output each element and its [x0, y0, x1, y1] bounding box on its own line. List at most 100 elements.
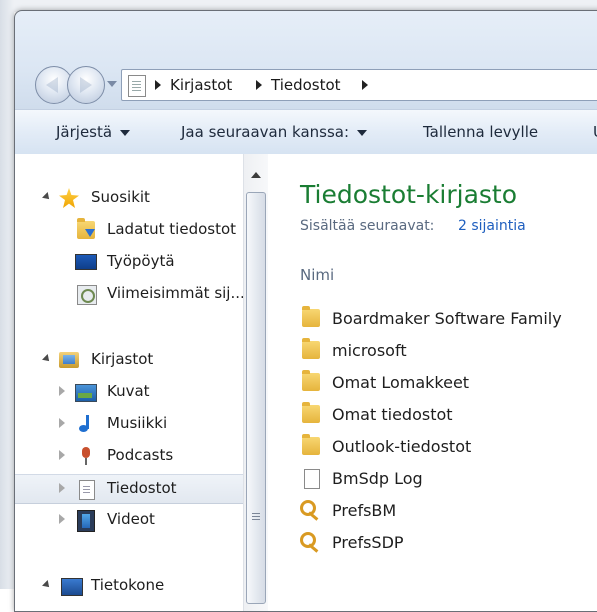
- music-icon: [77, 414, 95, 434]
- breadcrumb-chevron-icon[interactable]: [155, 80, 161, 90]
- file-row[interactable]: Boardmaker Software Family: [300, 304, 597, 334]
- tree-label: Kuvat: [107, 382, 150, 400]
- file-row[interactable]: Omat tiedostot: [300, 400, 597, 430]
- tree-item-podcasts[interactable]: Podcasts: [15, 442, 243, 470]
- library-title: Tiedostot-kirjasto: [300, 180, 518, 209]
- navigation-scrollbar[interactable]: [243, 154, 269, 611]
- collapsed-arrow-icon[interactable]: [59, 483, 65, 493]
- column-header-name[interactable]: Nimi: [300, 266, 334, 284]
- folder-icon: [302, 306, 320, 327]
- expanded-arrow-icon[interactable]: [42, 354, 52, 364]
- scrollbar-thumb[interactable]: [246, 192, 266, 604]
- file-name: BmSdp Log: [332, 469, 423, 488]
- tree-item-videos[interactable]: Videot: [15, 506, 243, 534]
- tree-item-libraries[interactable]: Kirjastot: [15, 346, 243, 374]
- file-name: Omat Lomakkeet: [332, 373, 470, 392]
- breadcrumb-chevron-icon[interactable]: [256, 80, 262, 90]
- tree-label: Tietokone: [91, 576, 165, 594]
- file-list-pane: Tiedostot-kirjasto Sisältää seuraavat: 2…: [268, 154, 597, 611]
- file-name: Omat tiedostot: [332, 405, 453, 424]
- key-file-icon: [300, 532, 320, 552]
- desktop-icon: [75, 254, 97, 270]
- folder-icon: [302, 434, 320, 455]
- breadcrumb-kirjastot[interactable]: Kirjastot: [170, 76, 232, 94]
- organize-button[interactable]: Järjestä: [56, 123, 131, 141]
- navigation-pane: Suosikit Ladatut tiedostot Työpöytä Viim…: [15, 154, 243, 611]
- explorer-window: Kirjastot Tiedostot Järjestä Jaa seuraav…: [14, 10, 597, 612]
- tree-label: Videot: [107, 510, 155, 528]
- tree-label: Työpöytä: [107, 252, 175, 270]
- scroll-up-arrow-icon[interactable]: [251, 172, 261, 178]
- command-bar: Järjestä Jaa seuraavan kanssa: Tallenna …: [15, 109, 597, 155]
- tree-item-music[interactable]: Musiikki: [15, 410, 243, 438]
- tree-label: Viimeisimmät sij...: [107, 284, 243, 302]
- forward-arrow-icon: [80, 77, 92, 93]
- tree-item-computer[interactable]: Tietokone: [15, 572, 243, 600]
- file-name: PrefsBM: [332, 501, 397, 520]
- file-row[interactable]: PrefsSDP: [300, 528, 597, 558]
- share-with-label: Jaa seuraavan kanssa:: [181, 123, 350, 141]
- recent-places-icon: [77, 285, 97, 305]
- breadcrumb-tiedostot[interactable]: Tiedostot: [271, 76, 341, 94]
- downloads-folder-icon: [77, 218, 95, 239]
- forward-button[interactable]: [67, 66, 105, 104]
- text-file-icon: [304, 469, 320, 489]
- tree-label: Tiedostot: [107, 479, 177, 497]
- folder-icon: [302, 370, 320, 391]
- file-row[interactable]: PrefsBM: [300, 496, 597, 526]
- grip-icon: [252, 513, 260, 514]
- column-divider: [300, 290, 597, 291]
- expanded-arrow-icon[interactable]: [42, 192, 52, 202]
- key-file-icon: [300, 500, 320, 520]
- collapsed-arrow-icon[interactable]: [59, 514, 65, 524]
- chevron-down-icon: [357, 129, 368, 136]
- tree-label: Kirjastot: [91, 350, 154, 368]
- star-icon: [59, 188, 79, 208]
- tree-item-recent-places[interactable]: Viimeisimmät sij...: [15, 280, 243, 308]
- content-area: Suosikit Ladatut tiedostot Työpöytä Viim…: [15, 154, 597, 611]
- library-doc-icon: [128, 75, 146, 97]
- tree-item-desktop[interactable]: Työpöytä: [15, 248, 243, 276]
- tree-item-pictures[interactable]: Kuvat: [15, 378, 243, 406]
- expanded-arrow-icon[interactable]: [42, 580, 52, 590]
- file-row[interactable]: Omat Lomakkeet: [300, 368, 597, 398]
- tree-label: Suosikit: [91, 188, 150, 206]
- collapsed-arrow-icon[interactable]: [59, 386, 65, 396]
- file-name: PrefsSDP: [332, 533, 404, 552]
- organize-label: Järjestä: [56, 123, 113, 141]
- file-name: Outlook-tiedostot: [332, 437, 472, 456]
- back-arrow-icon: [46, 77, 58, 93]
- includes-label: Sisältää seuraavat:: [300, 218, 435, 234]
- file-row[interactable]: microsoft: [300, 336, 597, 366]
- pictures-icon: [75, 384, 97, 402]
- libraries-icon: [59, 352, 79, 368]
- collapsed-arrow-icon[interactable]: [59, 450, 65, 460]
- title-bar[interactable]: [15, 11, 597, 67]
- file-name: Boardmaker Software Family: [332, 309, 562, 328]
- computer-icon: [61, 578, 83, 596]
- podcast-icon: [77, 446, 95, 466]
- recent-pages-dropdown[interactable]: [107, 81, 117, 87]
- tree-item-favorites[interactable]: Suosikit: [15, 184, 243, 212]
- background-window-edge: [0, 0, 14, 589]
- locations-link[interactable]: 2 sijaintia: [458, 218, 526, 234]
- tree-item-documents[interactable]: Tiedostot: [15, 474, 243, 504]
- collapsed-arrow-icon[interactable]: [59, 418, 65, 428]
- share-with-button[interactable]: Jaa seuraavan kanssa:: [181, 123, 368, 141]
- videos-icon: [77, 510, 95, 532]
- tree-label: Musiikki: [107, 414, 168, 432]
- overflow-button[interactable]: U: [593, 123, 597, 141]
- file-row[interactable]: BmSdp Log: [300, 464, 597, 494]
- tree-item-downloads[interactable]: Ladatut tiedostot: [15, 216, 243, 244]
- folder-icon: [302, 338, 320, 359]
- address-bar[interactable]: Kirjastot Tiedostot: [121, 69, 597, 101]
- chevron-down-icon: [120, 129, 131, 136]
- tree-label: Podcasts: [107, 446, 174, 464]
- folder-icon: [302, 402, 320, 423]
- tree-label: Ladatut tiedostot: [107, 220, 237, 238]
- file-name: microsoft: [332, 341, 407, 360]
- document-icon: [79, 480, 95, 500]
- burn-button[interactable]: Tallenna levylle: [423, 123, 538, 141]
- file-row[interactable]: Outlook-tiedostot: [300, 432, 597, 462]
- breadcrumb-chevron-icon[interactable]: [362, 80, 368, 90]
